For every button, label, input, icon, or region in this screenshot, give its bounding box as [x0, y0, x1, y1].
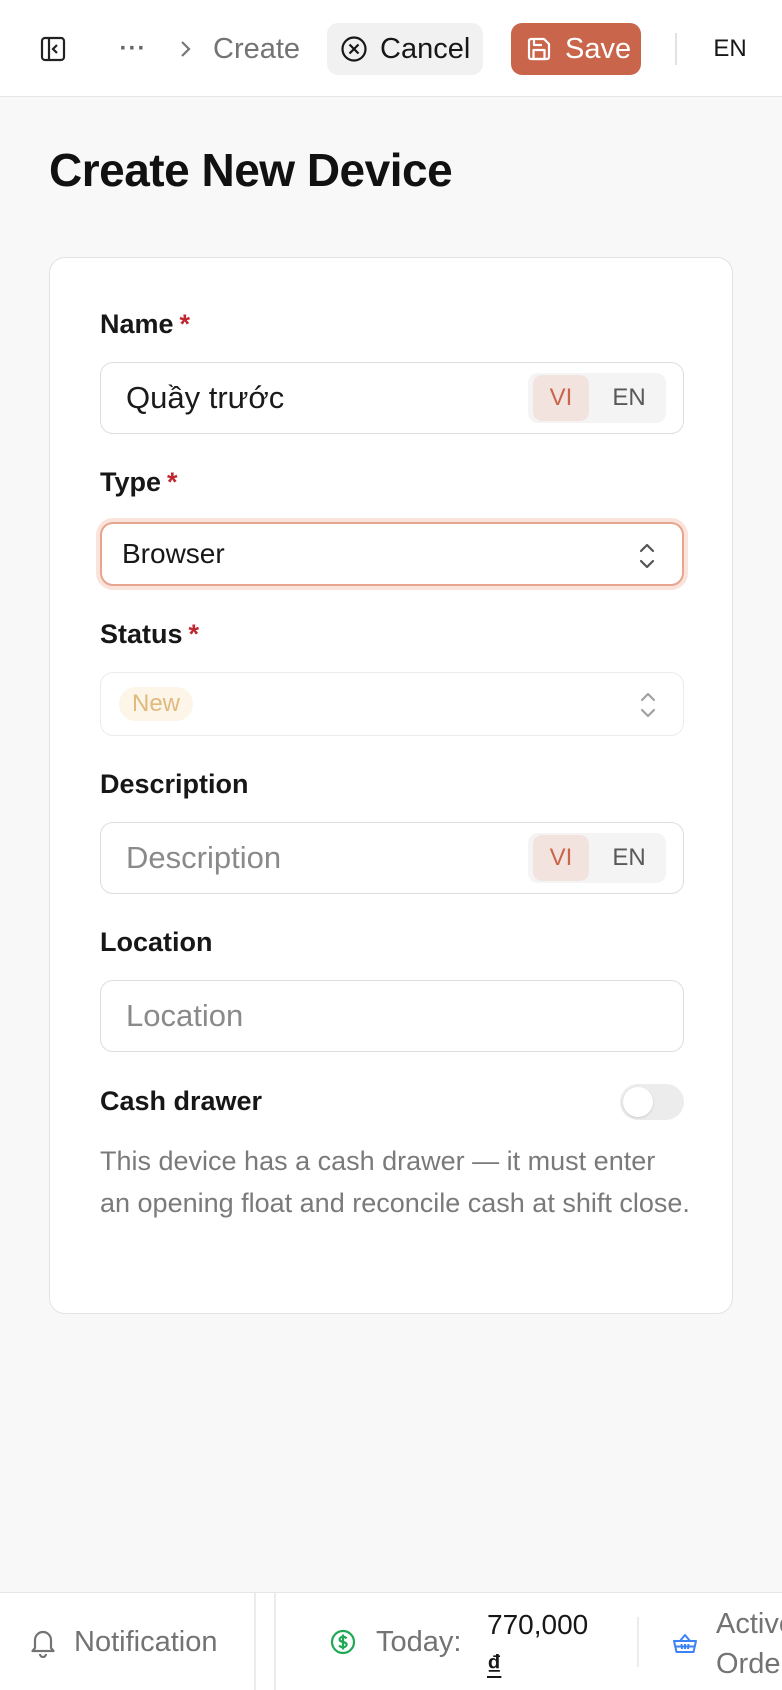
required-mark: *: [179, 309, 191, 339]
type-select-value: Browser: [122, 538, 225, 569]
status-select[interactable]: New: [100, 672, 684, 736]
name-label: Name *: [100, 309, 190, 340]
today-revenue: Today:: [330, 1603, 461, 1681]
status-badge: New: [119, 687, 194, 721]
device-form-card: Name * Quầy trước VI EN Type * Browser Sta…: [49, 257, 733, 1314]
name-label-text: Name: [100, 309, 174, 339]
save-icon: [527, 37, 551, 61]
today-amount: 770,000 ₫: [487, 1605, 627, 1685]
divider: [675, 33, 677, 65]
toggle-knob: [623, 1087, 653, 1117]
save-label: Save: [565, 32, 632, 65]
today-amount-value: 770,000: [487, 1609, 589, 1640]
page-title: Create New Device: [49, 144, 453, 196]
description-label: Description: [100, 769, 249, 799]
location-input[interactable]: Location: [100, 980, 684, 1052]
name-language-toggle: VI EN: [528, 373, 666, 423]
name-lang-en-button[interactable]: EN: [601, 375, 657, 421]
today-label: Today:: [376, 1625, 462, 1658]
status-label: Status *: [100, 619, 199, 650]
notification-label: Notification: [74, 1625, 218, 1658]
more-icon: ···: [119, 35, 147, 62]
sidebar-toggle-icon[interactable]: [34, 30, 72, 68]
notification-button[interactable]: Notification: [28, 1618, 217, 1666]
save-button[interactable]: Save: [511, 23, 641, 75]
status-label-text: Status: [100, 619, 183, 649]
breadcrumb-more-button[interactable]: ···: [114, 30, 152, 68]
description-language-toggle: VI EN: [528, 833, 666, 883]
divider: [254, 1593, 256, 1690]
active-orders-label: Active Orders: [716, 1608, 782, 1680]
bell-icon: [31, 1630, 55, 1658]
description-placeholder: Description: [126, 840, 282, 875]
name-input[interactable]: Quầy trước VI EN: [100, 362, 684, 434]
today-currency: ₫: [487, 1649, 502, 1680]
cash-drawer-toggle[interactable]: [620, 1084, 684, 1120]
basket-icon: [673, 1634, 697, 1653]
name-input-value: Quầy trước: [126, 380, 285, 415]
active-orders[interactable]: Active Orders: [672, 1605, 782, 1683]
required-mark: *: [188, 619, 200, 649]
cash-drawer-help-text: This device has a cash drawer — it must …: [100, 1146, 690, 1218]
language-switcher[interactable]: EN: [700, 26, 760, 72]
name-lang-vi-button[interactable]: VI: [533, 375, 589, 421]
description-input[interactable]: Description VI EN: [100, 822, 684, 894]
chevron-up-down-icon: [639, 543, 655, 569]
location-label: Location: [100, 927, 213, 957]
divider: [637, 1617, 639, 1667]
chevron-right-icon: [174, 30, 198, 68]
cancel-button[interactable]: Cancel: [327, 23, 483, 75]
dollar-circle-icon: [330, 1629, 356, 1655]
cash-drawer-label: Cash drawer: [100, 1086, 263, 1116]
required-mark: *: [167, 467, 178, 497]
breadcrumb-current: Create: [213, 33, 301, 65]
close-circle-icon: [341, 36, 367, 62]
type-select[interactable]: Browser: [100, 522, 684, 586]
location-placeholder: Location: [126, 998, 244, 1033]
divider: [274, 1593, 276, 1690]
bottom-status-bar: Notification Today: 770,000 ₫ Active Ord…: [0, 1592, 782, 1690]
top-bar: ··· Create Cancel Save EN: [0, 0, 782, 97]
type-label: Type *: [100, 467, 178, 498]
cancel-label: Cancel: [380, 32, 471, 65]
description-lang-vi-button[interactable]: VI: [533, 835, 589, 881]
type-label-text: Type: [100, 467, 162, 497]
description-lang-en-button[interactable]: EN: [601, 835, 657, 881]
chevron-up-down-icon: [640, 692, 656, 718]
